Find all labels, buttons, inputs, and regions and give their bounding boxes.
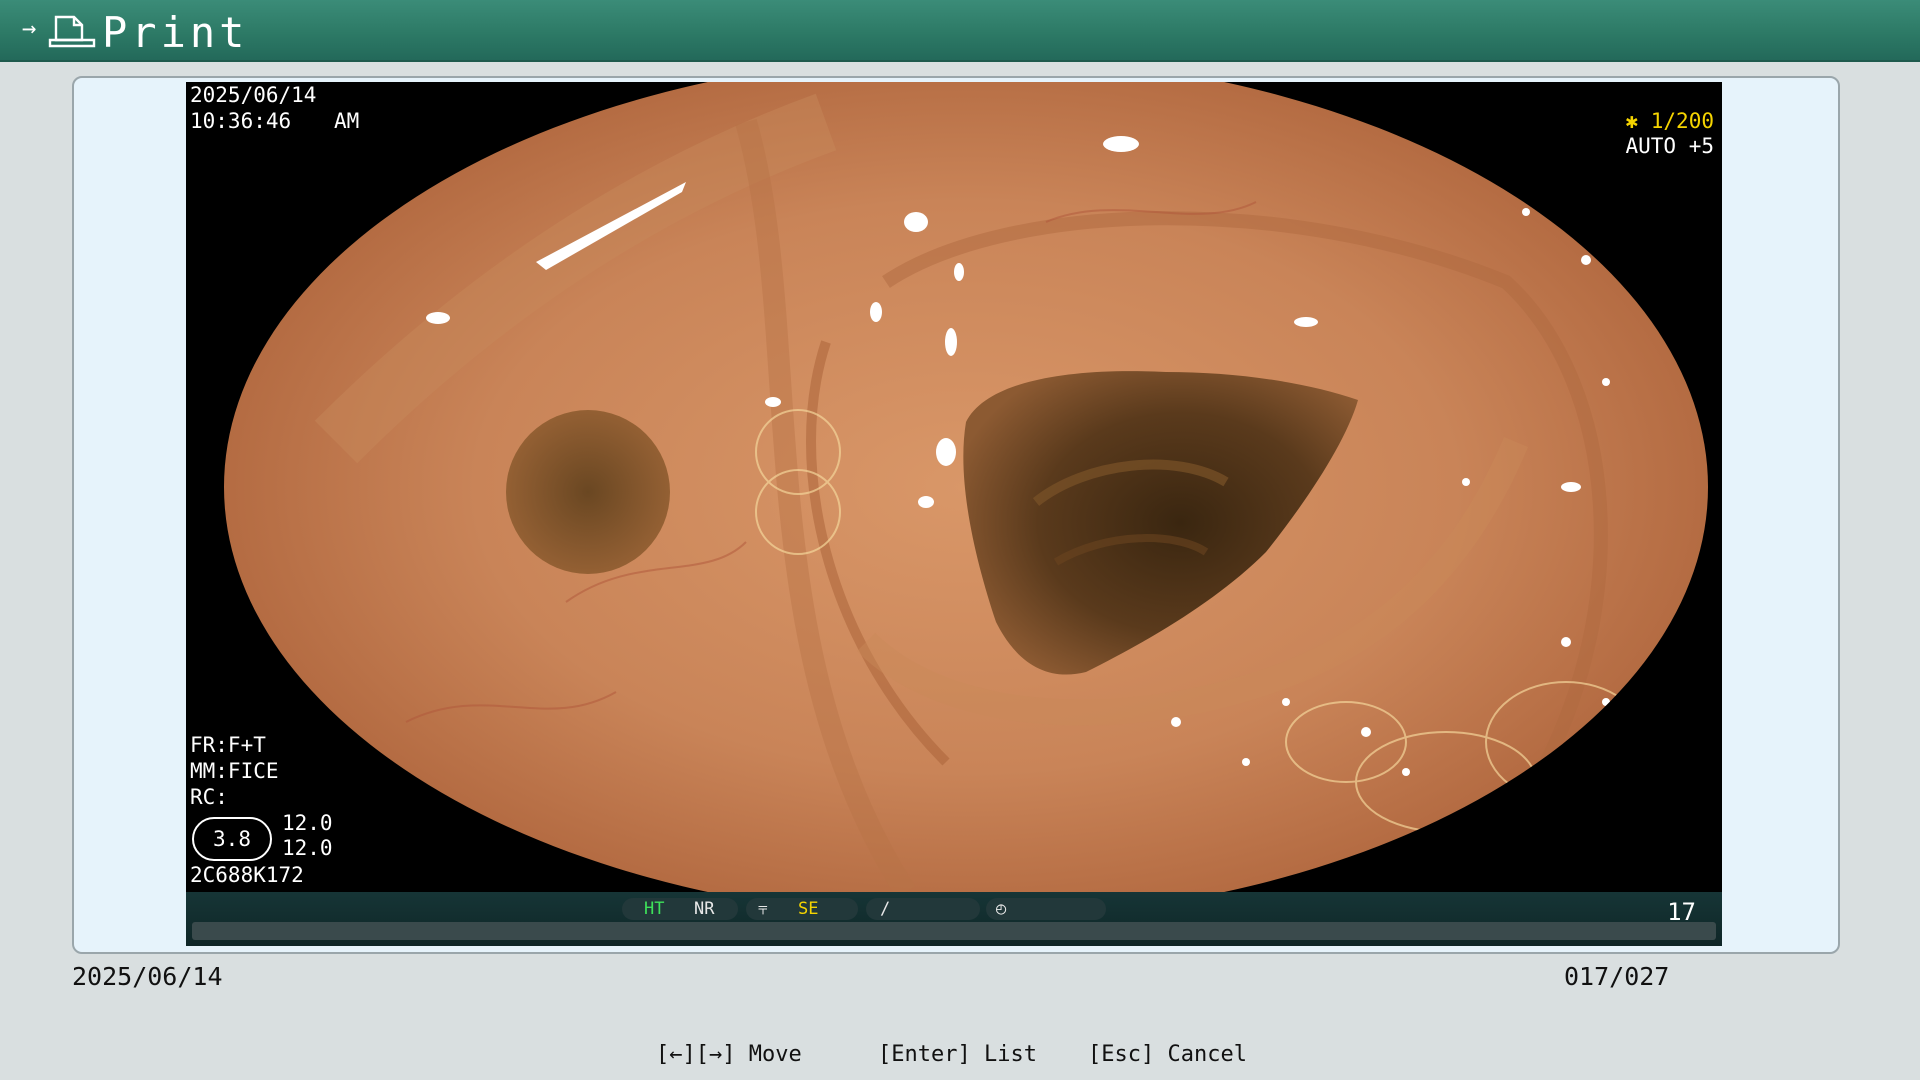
image-counter: 017/027 [1564,962,1670,991]
gauge-icon: ◴ [996,899,1007,919]
slash-icon: ∕ [880,899,891,919]
footer-date: 2025/06/14 [72,962,223,991]
document-icon [48,14,98,52]
endoscope-image[interactable]: 2025/06/14 10:36:46 AM ✱ 1/200 AUTO +5 F… [186,82,1722,946]
zoom-indicator: 3.8 [192,817,272,861]
serial-number: 2C688K172 [190,863,304,887]
value-1: 12.0 [282,811,333,835]
fr-setting: FR:F+T [190,733,266,757]
status-bar: HT NR ⫧ SE ∕ ◴ 17 [186,892,1722,946]
frame-number: 17 [1667,898,1696,926]
iris-setting: AUTO +5 [1625,134,1714,158]
status-pill-se: ⫧ SE [746,898,858,920]
status-pill-4: ◴ [986,898,1106,920]
value-2: 12.0 [282,836,333,860]
se-indicator: SE [798,899,819,919]
status-pill-3: ∕ [866,898,980,920]
rc-setting: RC: [190,785,228,809]
colon-image [224,82,1708,892]
title-bar: → Print [0,0,1920,62]
mm-setting: MM:FICE [190,759,279,783]
arrow-right-icon: → [22,14,37,42]
image-time: 10:36:46 [190,109,292,133]
image-ampm: AM [334,109,360,133]
ht-indicator: HT [644,899,665,919]
help-move: [←][→] Move [656,1042,802,1067]
image-date: 2025/06/14 [190,83,317,107]
help-cancel: [Esc] Cancel [1088,1042,1247,1067]
edge-icon: ⫧ [758,899,768,919]
help-list: [Enter] List [878,1042,1037,1067]
status-pill-ht-nr: HT NR [622,898,738,920]
nr-indicator: NR [694,899,715,919]
page-title: Print [102,8,249,57]
status-strip [192,922,1716,940]
shutter-speed: ✱ 1/200 [1625,109,1714,133]
